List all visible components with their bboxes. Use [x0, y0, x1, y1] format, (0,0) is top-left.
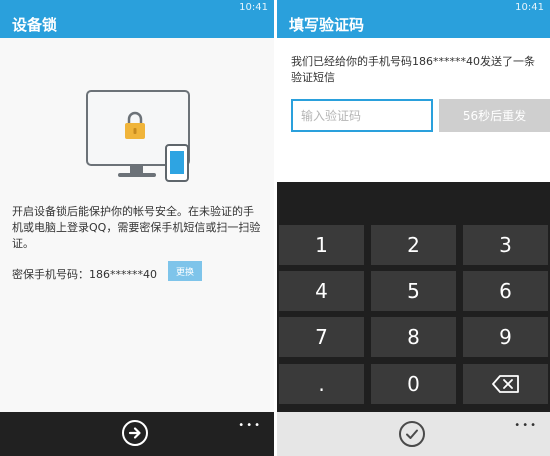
- page-title: 设备锁: [12, 16, 58, 34]
- arrow-right-circle-icon: [128, 427, 141, 439]
- more-dots-icon[interactable]: •••: [238, 420, 262, 431]
- device-lock-description: 开启设备锁后能保护你的帐号安全。在未验证的手机或电脑上登录QQ，需要密保手机短信…: [12, 205, 261, 250]
- app-bar: •••: [0, 412, 274, 456]
- numeric-keypad: 1 2 3 4 5 6 7 8 9 . 0: [277, 182, 550, 412]
- device-lock-screen: 10:41 设备锁 开启设备锁后能保护你的帐号安全。在未验证的手机或电脑上登录Q…: [0, 0, 274, 456]
- phone-screen: [170, 151, 184, 174]
- key-1[interactable]: 1: [279, 225, 364, 265]
- key-7[interactable]: 7: [279, 317, 364, 357]
- check-circle-icon: [406, 429, 418, 439]
- verification-code-screen: 10:41 填写验证码 我们已经给你的手机号码186******40发送了一条验…: [277, 0, 550, 456]
- confirm-button[interactable]: [399, 421, 425, 447]
- key-0[interactable]: 0: [371, 364, 456, 404]
- key-3[interactable]: 3: [463, 225, 548, 265]
- key-2[interactable]: 2: [371, 225, 456, 265]
- key-9[interactable]: 9: [463, 317, 548, 357]
- next-button[interactable]: [122, 420, 148, 446]
- key-dot[interactable]: .: [279, 364, 364, 404]
- header-bar: 10:41 设备锁: [0, 0, 274, 38]
- resend-button[interactable]: 56秒后重发: [439, 99, 550, 132]
- page-title: 填写验证码: [289, 16, 365, 34]
- key-8[interactable]: 8: [371, 317, 456, 357]
- phone-icon: [165, 144, 189, 182]
- secure-phone-number: 密保手机号码：186******40: [12, 268, 157, 281]
- more-dots-icon[interactable]: •••: [514, 420, 538, 431]
- app-bar: •••: [277, 412, 550, 456]
- key-6[interactable]: 6: [463, 271, 548, 311]
- key-5[interactable]: 5: [371, 271, 456, 311]
- status-time: 10:41: [515, 2, 544, 13]
- monitor-base: [118, 173, 156, 177]
- change-phone-button[interactable]: 更换: [168, 261, 202, 281]
- key-4[interactable]: 4: [279, 271, 364, 311]
- status-time: 10:41: [239, 2, 268, 13]
- verification-code-input[interactable]: [291, 99, 433, 132]
- sms-sent-message: 我们已经给你的手机号码186******40发送了一条验证短信: [291, 55, 535, 84]
- backspace-icon: [491, 375, 519, 393]
- lock-icon: [125, 111, 145, 139]
- header-bar: 10:41 填写验证码: [277, 0, 550, 38]
- backspace-key[interactable]: [463, 364, 548, 404]
